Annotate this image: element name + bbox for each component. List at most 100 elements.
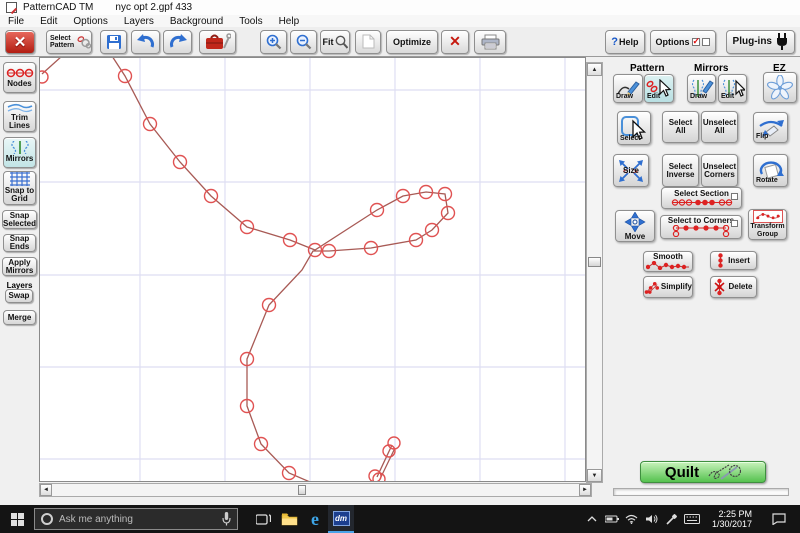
- sidebar-item-apply-mirrors[interactable]: Apply Mirrors: [2, 257, 37, 276]
- volume-icon[interactable]: [644, 509, 660, 529]
- select-section-checkbox[interactable]: [731, 193, 738, 200]
- scroll-left-button[interactable]: ◄: [40, 484, 52, 496]
- wifi-icon[interactable]: [624, 509, 640, 529]
- select-to-corners-checkbox[interactable]: [731, 220, 738, 227]
- edge-browser-button[interactable]: e: [302, 505, 328, 533]
- zoom-in-button[interactable]: [260, 30, 287, 54]
- chain-links-icon: [77, 35, 91, 49]
- usb-device-icon[interactable]: [664, 509, 680, 529]
- windows-logo-icon: [11, 513, 24, 526]
- zoom-out-icon: [296, 34, 312, 50]
- notification-icon: [772, 513, 786, 525]
- h-scrollbar-thumb[interactable]: [298, 485, 306, 495]
- delete-node-button[interactable]: Delete: [710, 276, 757, 298]
- quilt-button[interactable]: Quilt: [640, 461, 766, 483]
- fit-button[interactable]: Fit: [320, 30, 350, 54]
- red-x-icon: ✕: [449, 33, 461, 50]
- cortana-icon: [41, 513, 53, 525]
- microphone-icon[interactable]: [222, 512, 231, 526]
- menu-tools[interactable]: Tools: [231, 16, 270, 27]
- tray-chevron-icon[interactable]: [584, 509, 600, 529]
- size-button[interactable]: <> Size: [613, 154, 649, 187]
- sidebar-item-snap-selected[interactable]: Snap Selected: [2, 210, 37, 229]
- simplify-icon: [644, 279, 659, 296]
- options-button[interactable]: Options: [650, 30, 716, 54]
- unselect-corners-button[interactable]: Unselect Corners: [701, 154, 738, 187]
- sidebar-item-snap-to-grid[interactable]: Snap to Grid: [3, 171, 36, 205]
- scroll-down-button[interactable]: ▼: [587, 469, 602, 482]
- select-to-corners-button[interactable]: Select to Corners: [660, 215, 742, 239]
- sidebar-item-nodes[interactable]: Nodes: [3, 62, 36, 93]
- horizontal-scrollbar[interactable]: ◄ ►: [39, 483, 592, 497]
- pattern-canvas[interactable]: [39, 57, 586, 482]
- simplify-button[interactable]: Simplify: [643, 276, 693, 298]
- delete-button-toolbar[interactable]: ✕: [441, 30, 469, 54]
- toolbox-button[interactable]: [199, 30, 236, 54]
- ez-flower-button[interactable]: [763, 72, 797, 103]
- v-scrollbar-thumb[interactable]: [588, 257, 601, 267]
- vertical-scrollbar[interactable]: ▲ ▼: [586, 62, 603, 483]
- menu-help[interactable]: Help: [271, 16, 308, 27]
- options-checked-checkbox[interactable]: [692, 38, 700, 46]
- flip-button[interactable]: Flip: [753, 112, 788, 143]
- touch-keyboard-icon[interactable]: [684, 509, 700, 529]
- unselect-all-button[interactable]: Unselect All: [701, 111, 738, 143]
- dm-app-icon: dm: [333, 511, 350, 526]
- blank-page-icon: [362, 34, 375, 49]
- close-x-icon: ✕: [14, 33, 27, 51]
- mirrors-edit-button[interactable]: Edit: [718, 74, 747, 103]
- nodes-icon: [6, 67, 34, 79]
- select-all-button[interactable]: Select All: [662, 111, 699, 143]
- close-pattern-button[interactable]: ✕: [5, 30, 35, 54]
- sidebar-item-snap-ends[interactable]: Snap Ends: [3, 234, 36, 252]
- patterncad-taskbar-app[interactable]: dm: [328, 505, 354, 533]
- redo-button[interactable]: [163, 30, 192, 54]
- help-button[interactable]: ?Help: [605, 30, 644, 54]
- date-label: 1/30/2017: [712, 519, 752, 529]
- print-button[interactable]: [474, 30, 506, 54]
- search-input[interactable]: Ask me anything: [34, 508, 238, 530]
- swap-button[interactable]: Swap: [5, 289, 33, 303]
- start-button[interactable]: [0, 505, 34, 533]
- pattern-edit-button[interactable]: Edit: [644, 74, 674, 103]
- undo-button[interactable]: [131, 30, 160, 54]
- select-button[interactable]: Select: [617, 111, 651, 145]
- sidebar-item-mirrors[interactable]: Mirrors: [3, 137, 36, 168]
- left-sidebar: Nodes Trim Lines Mirrors Snap to Grid Sn…: [0, 57, 39, 505]
- scroll-up-button[interactable]: ▲: [587, 63, 602, 76]
- sidebar-item-trim-lines[interactable]: Trim Lines: [3, 101, 36, 132]
- menu-file[interactable]: File: [0, 16, 32, 27]
- menu-options[interactable]: Options: [65, 16, 115, 27]
- merge-button[interactable]: Merge: [3, 310, 36, 325]
- plugins-button[interactable]: Plug-ins: [726, 30, 795, 54]
- folder-icon: [281, 512, 298, 526]
- save-icon: [106, 34, 122, 50]
- insert-button[interactable]: Insert: [710, 251, 757, 270]
- menu-edit[interactable]: Edit: [32, 16, 65, 27]
- battery-icon[interactable]: [604, 509, 620, 529]
- select-section-button[interactable]: Select Section: [661, 187, 742, 209]
- taskbar-clock[interactable]: 2:25 PM 1/30/2017: [704, 509, 760, 529]
- mirrors-section-header: Mirrors: [694, 63, 728, 74]
- options-empty-checkbox[interactable]: [702, 38, 710, 46]
- smooth-button[interactable]: Smooth: [643, 251, 693, 272]
- menu-layers[interactable]: Layers: [116, 16, 162, 27]
- save-button[interactable]: [100, 30, 127, 54]
- scroll-right-button[interactable]: ►: [579, 484, 591, 496]
- new-page-button[interactable]: [355, 30, 381, 54]
- select-inverse-button[interactable]: Select Inverse: [662, 154, 699, 187]
- flower-icon: [766, 75, 794, 101]
- action-center-button[interactable]: [764, 513, 794, 525]
- menu-background[interactable]: Background: [162, 16, 231, 27]
- insert-icon: [717, 253, 724, 268]
- mirrors-draw-button[interactable]: Draw: [687, 74, 716, 103]
- rotate-button[interactable]: Rotate: [753, 154, 788, 187]
- select-pattern-button[interactable]: Select Pattern: [46, 30, 92, 54]
- task-view-button[interactable]: [250, 505, 276, 533]
- pattern-draw-button[interactable]: Draw: [613, 74, 643, 103]
- transform-group-button[interactable]: Transform Group: [748, 209, 787, 240]
- file-explorer-button[interactable]: [276, 505, 302, 533]
- zoom-out-button[interactable]: [290, 30, 317, 54]
- move-button[interactable]: Move: [615, 210, 655, 242]
- optimize-button[interactable]: Optimize: [386, 30, 438, 54]
